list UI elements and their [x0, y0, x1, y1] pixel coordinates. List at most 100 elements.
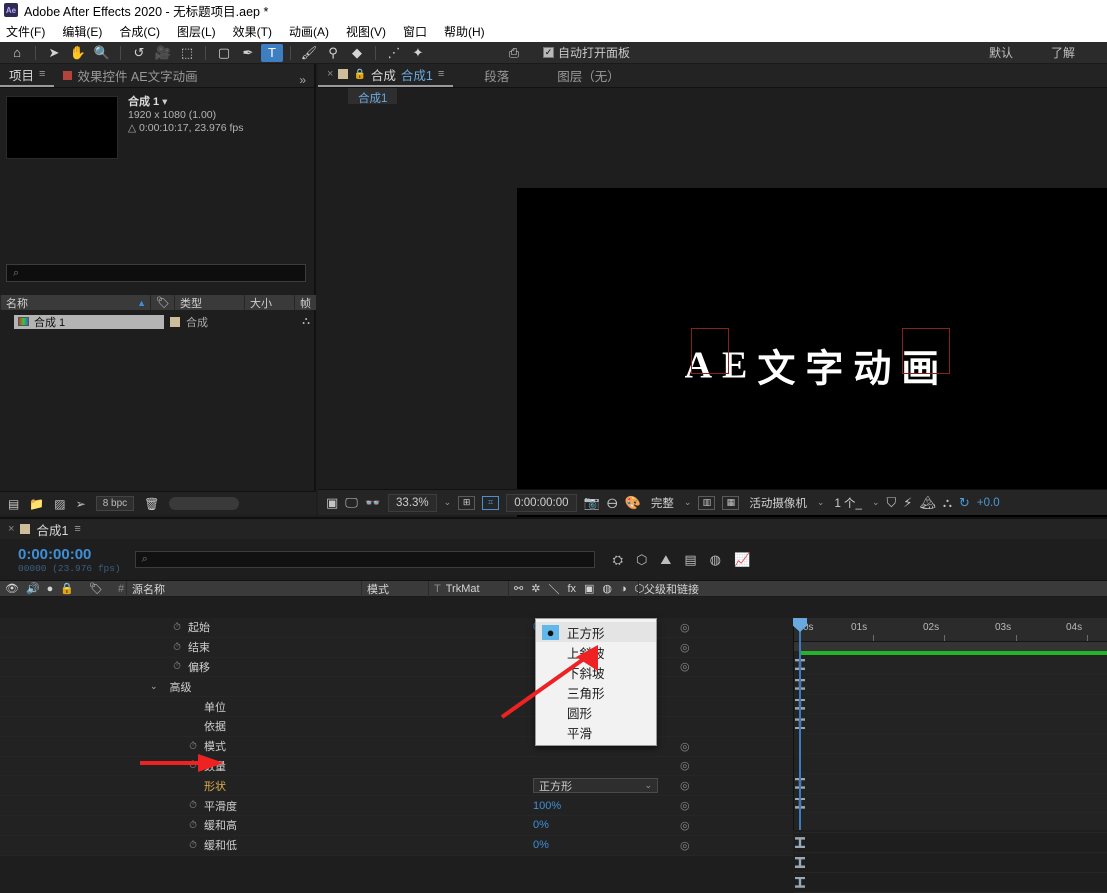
- stopwatch-icon[interactable]: ⏱: [182, 800, 204, 811]
- dropdown-item-正方形[interactable]: ●正方形: [536, 622, 656, 642]
- puppet-tool-icon[interactable]: ✦: [407, 44, 429, 62]
- hide-shy-layers-icon[interactable]: ⛰: [660, 552, 671, 568]
- property-row-缓和高[interactable]: ⏱缓和高0%◎: [0, 816, 793, 836]
- tab-paragraph[interactable]: 段落: [475, 63, 518, 87]
- timeline-link-icon[interactable]: 🏔: [919, 495, 936, 511]
- keyframe-marker[interactable]: [795, 857, 805, 868]
- graph-row[interactable]: [794, 774, 1107, 794]
- property-value[interactable]: 0%: [533, 839, 549, 851]
- project-settings-icon[interactable]: ▨: [54, 497, 65, 511]
- monitor-icon[interactable]: 🖵: [345, 495, 358, 511]
- timeline-tab-label[interactable]: 合成1: [36, 520, 68, 539]
- workspace-learn[interactable]: 了解: [1051, 44, 1075, 61]
- tab-effect-controls[interactable]: 效果控件 AE文字动画: [54, 63, 206, 87]
- stopwatch-icon[interactable]: ⏱: [166, 661, 188, 672]
- roto-brush-tool-icon[interactable]: ⋰: [383, 44, 405, 62]
- quality-select[interactable]: 完整: [648, 495, 677, 511]
- zoom-tool-icon[interactable]: 🔍: [91, 44, 113, 62]
- expression-toggle-icon[interactable]: ◎: [680, 759, 690, 772]
- brush-tool-icon[interactable]: 🖌: [298, 44, 320, 62]
- column-trkmat[interactable]: T TrkMat: [428, 581, 508, 597]
- menu-item-composition[interactable]: 合成(C): [119, 23, 160, 40]
- label-column-icon[interactable]: 🏷: [89, 582, 103, 595]
- stopwatch-icon[interactable]: ⏱: [166, 642, 188, 653]
- expression-toggle-icon[interactable]: ◎: [680, 641, 690, 654]
- menu-item-effect[interactable]: 效果(T): [233, 23, 272, 40]
- column-header-frame[interactable]: 帧: [294, 295, 316, 310]
- rotation-tool-icon[interactable]: ↺: [128, 44, 150, 62]
- viewer-area[interactable]: A E 文 字 动 画: [318, 104, 1107, 489]
- graph-editor-icon[interactable]: 📈: [734, 552, 750, 568]
- home-icon[interactable]: ⌂: [6, 44, 28, 62]
- adjustment-switch-icon[interactable]: ◑: [620, 583, 627, 595]
- pixel-aspect-icon[interactable]: ⛉: [886, 495, 896, 511]
- comp-panel-menu-icon[interactable]: ≡: [438, 68, 444, 80]
- property-row-起始[interactable]: ⏱起始0%◎: [0, 618, 793, 638]
- property-row-依据[interactable]: 依据: [0, 717, 793, 737]
- expression-toggle-icon[interactable]: ◎: [680, 660, 690, 673]
- graph-row[interactable]: [794, 695, 1107, 715]
- timeline-close-icon[interactable]: ×: [8, 523, 14, 535]
- graph-row[interactable]: [794, 714, 1107, 734]
- new-folder-icon[interactable]: 📁: [29, 497, 44, 511]
- effects-switch-icon[interactable]: fx: [567, 583, 576, 595]
- view-count-select[interactable]: 1 个_: [831, 495, 865, 511]
- property-row-缓和低[interactable]: ⏱缓和低0%◎: [0, 836, 793, 856]
- property-row-结束[interactable]: ⏱结束◎: [0, 638, 793, 658]
- region-of-interest-icon[interactable]: ⌗: [482, 496, 499, 510]
- column-header-type[interactable]: 类型: [174, 295, 244, 310]
- comp-info-caret[interactable]: ▾: [162, 96, 167, 108]
- interpret-footage-icon[interactable]: ➢: [76, 497, 86, 511]
- graph-row[interactable]: [794, 655, 1107, 675]
- zoom-level-select[interactable]: 33.3%: [388, 494, 437, 512]
- playhead[interactable]: [799, 618, 801, 830]
- timeline-timecode[interactable]: 0:00:00:00: [18, 546, 121, 563]
- stopwatch-icon[interactable]: ⏱: [182, 820, 204, 831]
- shape-dropdown-menu[interactable]: ●正方形上斜坡下斜坡三角形圆形平滑: [535, 618, 657, 746]
- lock-toggle-icon[interactable]: 🔒: [60, 582, 74, 595]
- stopwatch-icon[interactable]: ⏱: [182, 760, 204, 771]
- audio-toggle-icon[interactable]: 🔊: [26, 582, 40, 595]
- close-icon[interactable]: ×: [327, 68, 333, 80]
- camera-select[interactable]: 活动摄像机: [746, 495, 810, 511]
- property-value[interactable]: 100%: [533, 800, 561, 812]
- tab-composition[interactable]: × 🔒 合成 合成1 ≡: [318, 63, 453, 87]
- property-row-平滑度[interactable]: ⏱平滑度100%◎: [0, 796, 793, 816]
- menu-item-layer[interactable]: 图层(L): [177, 23, 216, 40]
- property-row-模式[interactable]: ⏱模式◎: [0, 737, 793, 757]
- graph-row[interactable]: [794, 794, 1107, 814]
- property-row-数量[interactable]: ⏱数量◎: [0, 757, 793, 777]
- 3d-glasses-icon[interactable]: 👓: [365, 495, 381, 511]
- timeline-graph-area[interactable]: 0s 01s 02s 03s 04s: [793, 618, 1107, 830]
- expression-toggle-icon[interactable]: ◎: [680, 839, 690, 852]
- menu-item-file[interactable]: 文件(F): [6, 23, 45, 40]
- dropdown-item-下斜坡[interactable]: 下斜坡: [536, 662, 656, 682]
- menu-item-window[interactable]: 窗口: [403, 23, 427, 40]
- pen-tool-icon[interactable]: ✒: [237, 44, 259, 62]
- property-row-形状[interactable]: 形状正方形⌄◎: [0, 776, 793, 796]
- dropdown-item-上斜坡[interactable]: 上斜坡: [536, 642, 656, 662]
- twirl-icon[interactable]: ⌄: [150, 681, 158, 692]
- motion-blur-icon[interactable]: ◍: [710, 552, 721, 568]
- comp-mini-flowchart-icon[interactable]: ⛭: [613, 552, 623, 568]
- timeline-search-input[interactable]: ⌕: [135, 551, 595, 568]
- menu-item-help[interactable]: 帮助(H): [444, 23, 485, 40]
- column-header-name[interactable]: 名称 ▲: [0, 295, 150, 310]
- timeline-menu-icon[interactable]: ≡: [74, 523, 80, 535]
- project-item-comp1[interactable]: 合成 1: [14, 315, 164, 329]
- zoom-caret-icon[interactable]: ⌄: [444, 497, 452, 508]
- workspace-default[interactable]: 默认: [989, 44, 1013, 61]
- eraser-tool-icon[interactable]: ◆: [346, 44, 368, 62]
- hand-tool-icon[interactable]: ✋: [67, 44, 89, 62]
- expression-toggle-icon[interactable]: ◎: [680, 799, 690, 812]
- fast-preview-icon[interactable]: ⚡: [903, 495, 912, 511]
- tab-project[interactable]: 项目 ≡: [0, 63, 54, 87]
- auto-open-panels-checkbox[interactable]: ✓ 自动打开面板: [543, 44, 630, 61]
- resolution-icon[interactable]: ⊞: [458, 496, 475, 510]
- draft-3d-icon[interactable]: ⬡: [636, 552, 647, 568]
- graph-row[interactable]: [794, 734, 1107, 754]
- graph-row[interactable]: [794, 813, 1107, 833]
- column-header-size[interactable]: 大小: [244, 295, 294, 310]
- current-time-display[interactable]: 0:00:00:00: [506, 494, 576, 512]
- stopwatch-icon[interactable]: ⏱: [182, 840, 204, 851]
